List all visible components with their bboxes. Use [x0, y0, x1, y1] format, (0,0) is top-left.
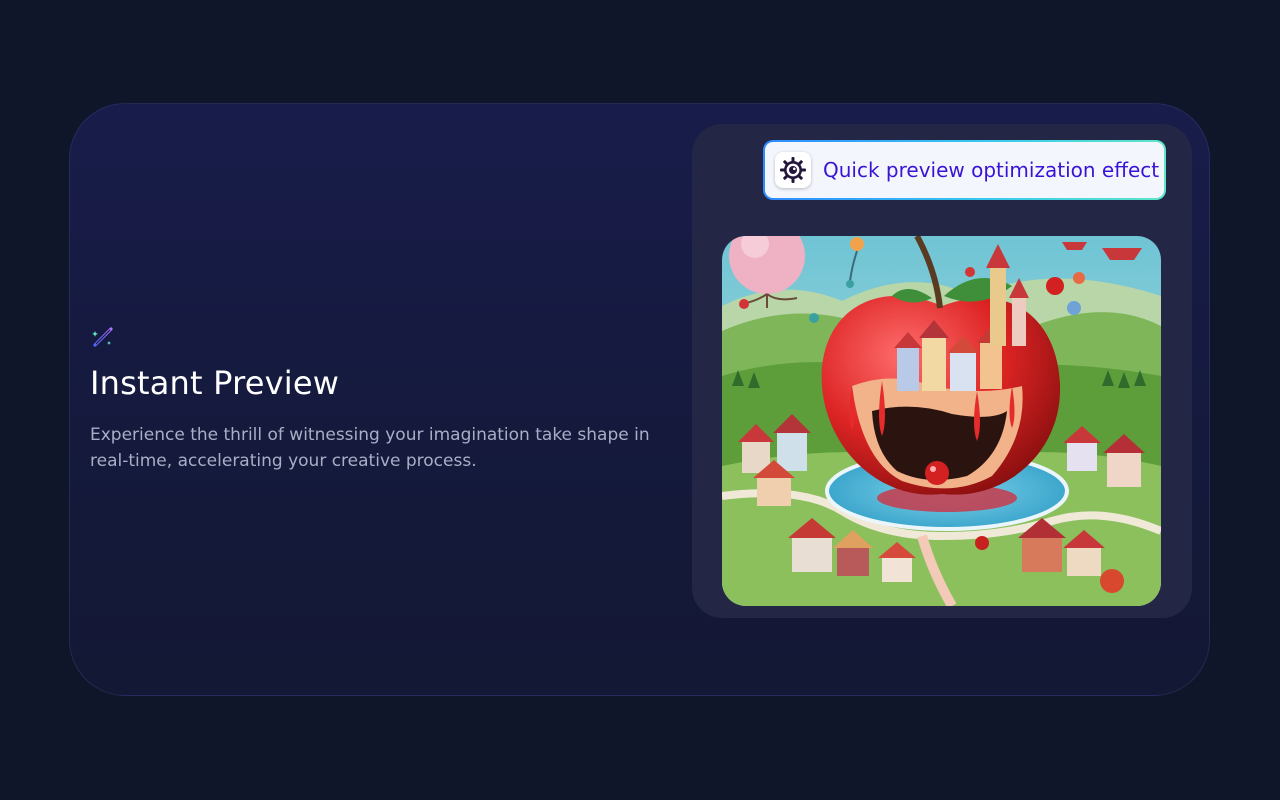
preview-panel: Quick preview optimization effect	[692, 124, 1192, 618]
preview-image	[722, 236, 1161, 606]
gear-eye-icon	[775, 152, 811, 188]
preview-badge-label: Quick preview optimization effect	[823, 158, 1160, 182]
feature-description: Experience the thrill of witnessing your…	[90, 425, 650, 472]
feature-title: Instant Preview	[90, 364, 340, 402]
magic-wand-icon	[92, 327, 113, 347]
feature-text-block: Instant Preview Experience the thrill of…	[90, 324, 670, 474]
preview-badge: Quick preview optimization effect	[763, 140, 1166, 200]
feature-card: Instant Preview Experience the thrill of…	[69, 103, 1210, 696]
